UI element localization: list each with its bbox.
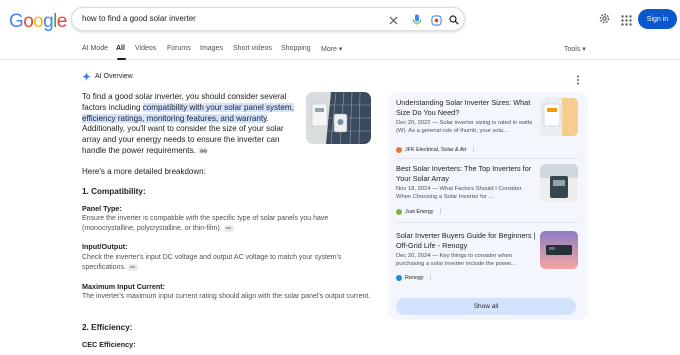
link-icon[interactable] xyxy=(198,147,209,155)
source-title[interactable]: Solar Inverter Buyers Guide for Beginner… xyxy=(396,231,536,251)
ai-sparkle-icon xyxy=(82,72,91,81)
source-thumbnail-image[interactable] xyxy=(540,231,578,269)
tab-more[interactable]: More ▾ xyxy=(321,45,342,53)
ai-overview-header: AI Overview xyxy=(82,72,133,81)
source-site: Renogy ⋮ xyxy=(396,274,434,281)
more-options-icon[interactable]: ⋮ xyxy=(428,274,434,281)
input-output-text-content: Check the inverter's input DC voltage an… xyxy=(82,254,342,272)
voice-search-icon[interactable] xyxy=(410,13,424,27)
link-icon[interactable] xyxy=(223,224,234,232)
source-site-name: JFK Electrical, Solar & Air xyxy=(405,146,467,153)
google-logo[interactable]: Google xyxy=(9,11,67,33)
source-thumbnail-image[interactable] xyxy=(540,98,578,136)
clear-icon[interactable] xyxy=(386,13,400,27)
input-output-label: Input/Output: xyxy=(82,242,128,251)
source-site: JFK Electrical, Solar & Air ⋮ xyxy=(396,146,476,153)
active-tab-indicator xyxy=(117,58,126,60)
source-snippet: Dec 20, 2022 — Solar inverter sizing is … xyxy=(396,120,533,135)
link-icon[interactable] xyxy=(127,263,138,271)
source-site: Just Energy ⋮ xyxy=(396,208,443,215)
breakdown-intro: Here's a more detailed breakdown: xyxy=(82,167,206,176)
tab-videos[interactable]: Videos xyxy=(135,45,156,52)
section-efficiency-heading: 2. Efficiency: xyxy=(82,323,133,332)
more-options-icon[interactable]: ⋮ xyxy=(470,146,476,153)
cec-efficiency-label: CEC Efficiency: xyxy=(82,340,136,349)
panel-type-label: Panel Type: xyxy=(82,204,122,213)
more-options-icon[interactable] xyxy=(576,72,584,85)
card-divider xyxy=(396,158,578,159)
source-card[interactable]: Best Solar Inverters: The Top Inverters … xyxy=(396,164,578,222)
search-box[interactable]: how to find a good solar inverter xyxy=(71,7,465,31)
source-title[interactable]: Understanding Solar Inverter Sizes: What… xyxy=(396,98,536,118)
tab-short-videos[interactable]: Short videos xyxy=(233,45,272,52)
show-all-button[interactable]: Show all xyxy=(396,298,576,315)
max-input-current-label: Maximum Input Current: xyxy=(82,282,166,291)
card-divider xyxy=(396,222,578,223)
search-input[interactable]: how to find a good solar inverter xyxy=(82,14,196,23)
search-icon[interactable] xyxy=(447,13,461,27)
header: Google how to find a good solar inverter… xyxy=(0,0,680,40)
panel-type-text-content: Ensure the inverter is compatible with t… xyxy=(82,215,329,233)
sign-in-button[interactable]: Sign in xyxy=(638,9,677,29)
source-snippet: Dec 20, 2024 — Key things to consider wh… xyxy=(396,253,516,268)
source-thumbnail-image[interactable] xyxy=(540,164,578,202)
source-card[interactable]: Understanding Solar Inverter Sizes: What… xyxy=(396,98,578,156)
search-tabs: AI Mode All Videos Forums Images Short v… xyxy=(0,40,680,60)
tools-button[interactable]: Tools ▾ xyxy=(564,45,586,53)
input-output-text: Check the inverter's input DC voltage an… xyxy=(82,253,372,273)
more-options-icon[interactable]: ⋮ xyxy=(437,208,443,215)
apps-grid-icon[interactable] xyxy=(621,13,633,26)
settings-gear-icon[interactable] xyxy=(598,12,612,26)
panel-type-text: Ensure the inverter is compatible with t… xyxy=(82,214,372,234)
source-site-name: Renogy xyxy=(405,274,424,281)
sources-panel: Understanding Solar Inverter Sizes: What… xyxy=(388,92,588,320)
section-compatibility-heading: 1. Compatibility: xyxy=(82,187,146,196)
site-favicon-icon xyxy=(396,274,402,281)
ai-overview-label: AI Overview xyxy=(95,73,133,80)
site-favicon-icon xyxy=(396,208,402,215)
tab-ai-mode[interactable]: AI Mode xyxy=(82,45,108,52)
inverter-thumbnail-image[interactable] xyxy=(306,92,371,144)
max-input-current-text: The inverter's maximum input current rat… xyxy=(82,293,371,300)
site-favicon-icon xyxy=(396,146,402,153)
tab-shopping[interactable]: Shopping xyxy=(281,45,311,52)
lens-icon[interactable] xyxy=(429,13,443,27)
tab-all[interactable]: All xyxy=(116,45,125,52)
tab-forums[interactable]: Forums xyxy=(167,45,191,52)
source-card[interactable]: Solar Inverter Buyers Guide for Beginner… xyxy=(396,231,578,289)
source-site-name: Just Energy xyxy=(405,208,434,215)
tab-images[interactable]: Images xyxy=(200,45,223,52)
source-snippet: Nov 18, 2024 — What Factors Should I Con… xyxy=(396,186,522,201)
source-title[interactable]: Best Solar Inverters: The Top Inverters … xyxy=(396,164,536,184)
ai-intro-paragraph: To find a good solar inverter, you shoul… xyxy=(82,92,299,157)
